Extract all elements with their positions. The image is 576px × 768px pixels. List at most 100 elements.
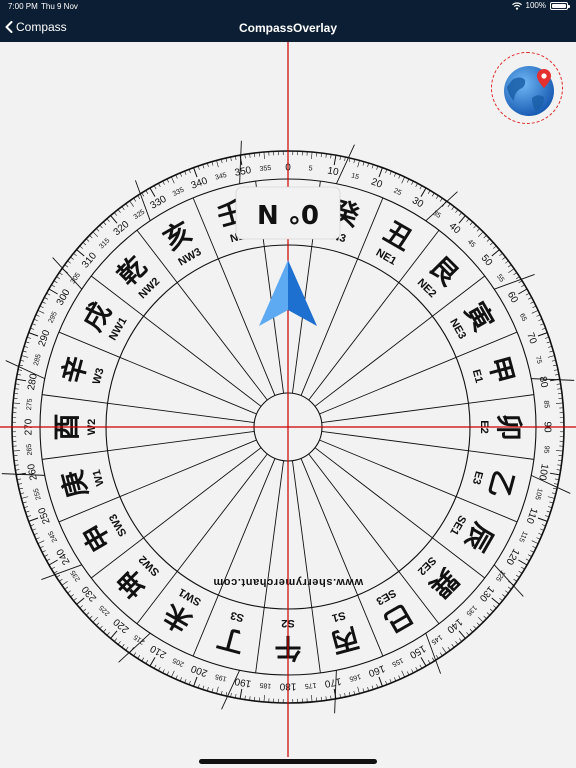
degree-tick (179, 172, 182, 177)
degree-tick (528, 297, 532, 300)
degree-tick (162, 669, 165, 674)
degree-label: 20 (369, 177, 384, 191)
degree-tick (73, 253, 77, 257)
degree-label-minor: 305 (70, 272, 82, 286)
degree-tick (114, 638, 118, 642)
degree-label: 260 (26, 462, 40, 481)
degree-tick (33, 533, 38, 536)
page-title: CompassOverlay (238, 21, 338, 35)
degree-tick (28, 517, 39, 522)
degree-tick (398, 174, 401, 179)
degree-tick (518, 280, 523, 284)
degree-tick (117, 209, 121, 213)
degree-tick (483, 615, 487, 619)
degree-label-minor: 115 (517, 530, 528, 543)
degree-tick (110, 630, 118, 639)
degree-label-minor: 195 (214, 672, 227, 682)
degree-tick (21, 355, 29, 358)
degree-tick (117, 641, 121, 645)
degree-tick (476, 228, 480, 232)
degree-tick (141, 657, 145, 662)
degree-tick (547, 355, 555, 358)
degree-tick (447, 203, 451, 208)
degree-tick (153, 664, 157, 669)
degree-tick (103, 221, 107, 226)
degree-tick (420, 657, 427, 667)
degree-tick (411, 180, 414, 185)
degree-tick (85, 612, 90, 616)
degree-tick (502, 594, 506, 598)
degree-tick (145, 190, 149, 195)
degree-tick (64, 586, 69, 590)
degree-label-minor: 275 (26, 398, 34, 410)
degree-tick (64, 264, 69, 268)
degree-label: 220 (111, 616, 131, 635)
degree-label: 80 (537, 376, 550, 389)
degree-tick (406, 178, 410, 183)
heading-box: 0° N (235, 186, 341, 240)
degree-label: 110 (523, 506, 539, 525)
degree-tick (61, 268, 68, 273)
degree-tick (515, 276, 520, 280)
degree-tick (149, 657, 156, 667)
degree-tick (153, 185, 157, 190)
degree-tick (41, 550, 46, 553)
degree-label: 310 (80, 250, 99, 270)
degree-tick (125, 203, 129, 208)
degree-tick (435, 654, 439, 659)
degree-tick (489, 242, 494, 246)
compass-overlay[interactable]: 0102030405060708090100110120130140150160… (0, 42, 576, 757)
degree-tick (357, 686, 360, 694)
degree-tick (311, 694, 313, 702)
degree-label-minor: 245 (48, 530, 59, 544)
degree-tick (435, 195, 439, 200)
degree-tick (162, 180, 165, 185)
degree-label: 280 (26, 372, 40, 391)
degree-tick (505, 590, 509, 594)
degree-tick (357, 160, 360, 168)
degree-tick (41, 301, 46, 304)
degree-tick (555, 402, 563, 404)
degree-tick (44, 297, 48, 300)
degree-label: 60 (505, 290, 520, 306)
degree-tick (61, 581, 68, 586)
degree-label-minor: 165 (348, 672, 361, 682)
degree-tick (486, 238, 491, 242)
degree-tick (499, 597, 503, 601)
degree-tick (401, 176, 405, 184)
degree-tick (508, 581, 515, 586)
degree-label: 160 (366, 662, 386, 678)
status-right: 100% (511, 1, 570, 10)
degree-tick (520, 566, 525, 570)
degree-tick (525, 292, 530, 296)
degree-tick (451, 206, 455, 210)
degree-label-minor: 125 (494, 569, 506, 583)
location-button[interactable] (491, 52, 563, 124)
degree-tick (378, 167, 383, 178)
degree-tick (469, 221, 473, 226)
degree-tick (114, 212, 118, 216)
degree-tick (35, 314, 40, 317)
degree-tick (129, 200, 134, 207)
degree-tick (525, 558, 530, 562)
degree-tick (82, 608, 87, 612)
degree-label-minor: 45 (466, 239, 477, 250)
degree-tick (76, 249, 85, 257)
degree-tick (28, 332, 39, 337)
degree-tick (53, 570, 58, 574)
degree-label: 10 (327, 166, 340, 179)
degree-tick (458, 212, 462, 216)
degree-tick (536, 314, 541, 317)
degree-tick (538, 533, 543, 536)
degree-label-minor: 215 (133, 633, 147, 645)
degree-tick (499, 253, 503, 257)
degree-tick (99, 625, 103, 630)
degree-tick (427, 659, 431, 664)
degree-label: 230 (80, 583, 99, 603)
degree-tick (16, 378, 27, 382)
sector-code: E1 (470, 368, 485, 384)
sector-code: S1 (331, 609, 347, 624)
degree-tick (51, 284, 56, 288)
battery-icon (550, 1, 570, 10)
degree-tick (532, 305, 537, 309)
